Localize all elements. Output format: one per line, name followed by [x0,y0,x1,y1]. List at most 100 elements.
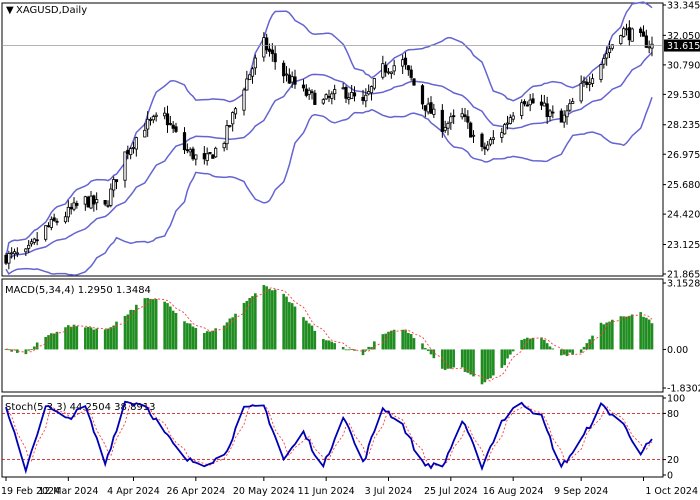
candle-body [545,103,549,118]
candle-body [131,146,136,149]
macd-bar [152,299,155,350]
candle-body [571,101,575,104]
candle-body [384,64,388,73]
x-tick-label: 20 May 2024 [233,486,295,497]
candle-16-Jul-2024 [423,105,427,118]
macd-bar [560,349,563,356]
candle-28-Feb-2024 [29,238,34,247]
candle-body [381,63,385,78]
candle-27-Feb-2024 [27,240,31,254]
macd-tick-label: 0.00 [667,345,688,356]
macd-bar [622,316,625,350]
candle-body [350,92,354,99]
candle-05-Jun-2024 [307,87,311,100]
candle-body [403,57,408,65]
candle-27-Sep-2024 [630,27,634,42]
candle-15-Aug-2024 [508,114,512,125]
macd-bar [452,349,455,368]
macd-bar [545,343,549,350]
candle-12-Jun-2024 [327,89,331,102]
candle-16-Sep-2024 [599,64,603,83]
candle-22-Apr-2024 [182,127,187,154]
candle-11-Jul-2024 [409,65,413,81]
macd-bar [305,320,308,350]
candle-body [389,71,393,74]
macd-bar [625,316,628,350]
candle-07-Aug-2024 [486,140,490,152]
candle-19-Jun-2024 [347,92,351,105]
candle-17-Jun-2024 [341,82,345,90]
candle-13-May-2024 [242,87,246,116]
macd-bar [441,349,444,369]
macd-bar [443,349,447,370]
macd-bar [254,293,257,350]
candle-01-Aug-2024 [469,121,473,138]
macd-bar [647,319,651,350]
macd-bar [630,314,634,350]
candle-01-Apr-2024 [123,151,127,188]
candle-11-Mar-2024 [63,211,68,224]
candle-body [568,103,572,111]
candle-body [330,93,334,99]
macd-bar [149,298,152,350]
price-pane: ▼ XAGUSD,Daily 33.34532.05030.79029.53028.… [1,1,700,281]
candle-14-Mar-2024 [72,197,76,212]
candle-body [647,46,651,49]
macd-bar [163,301,166,350]
candle-body [469,122,473,138]
macd-bar [302,317,305,350]
bollinger-lower-line [5,97,653,276]
candle-body [143,129,147,138]
title-arrow-icon: ▼ [6,5,14,16]
current-price-label: 31.615 [667,41,700,52]
candle-22-Feb-2024 [12,248,17,260]
candle-24-Sep-2024 [622,26,626,38]
candle-04-Sep-2024 [565,105,569,125]
candle-body [333,89,337,95]
candle-25-Apr-2024 [191,146,195,161]
macd-bar [412,338,416,350]
x-tick-label: 12 Mar 2024 [38,486,98,497]
macd-bar [33,346,36,350]
candle-body [588,82,592,85]
candle-body [426,103,430,113]
candle-11-Jun-2024 [324,93,328,100]
candle-30-Aug-2024 [551,105,555,119]
candle-15-Apr-2024 [163,107,167,120]
candle-22-Mar-2024 [95,192,99,211]
candle-body [491,137,495,140]
macd-bar [409,334,413,350]
candle-body [460,113,464,118]
macd-bar [466,349,470,373]
macd-bar [106,328,110,350]
candle-body [480,133,484,148]
stoch-tick-label: 100 [667,394,685,405]
macd-bar [285,296,288,350]
candle-body [185,149,189,152]
candle-body [301,84,306,89]
candle-body [551,111,555,114]
candle-07-May-2024 [225,120,229,151]
price-pane-frame [1,2,664,277]
candle-13-Sep-2024 [590,73,595,88]
macd-bar [341,346,345,350]
candle-body [429,102,433,114]
macd-bar [551,348,555,350]
macd-bar [271,290,274,350]
macd-bar [540,337,543,350]
macd-bar [188,323,192,350]
macd-bar [511,349,515,352]
candle-body [372,78,376,89]
candle-body [129,148,133,156]
macd-bar [169,306,172,350]
macd-bar [608,321,611,350]
stoch-tick-label: 80 [667,409,679,420]
macd-bar [30,349,33,350]
candle-28-May-2024 [284,66,289,82]
macd-bar [86,326,90,350]
macd-bar [642,316,645,350]
candle-body [208,151,212,154]
candle-body [440,109,444,132]
macd-bar [506,349,509,359]
candle-body [27,244,31,249]
